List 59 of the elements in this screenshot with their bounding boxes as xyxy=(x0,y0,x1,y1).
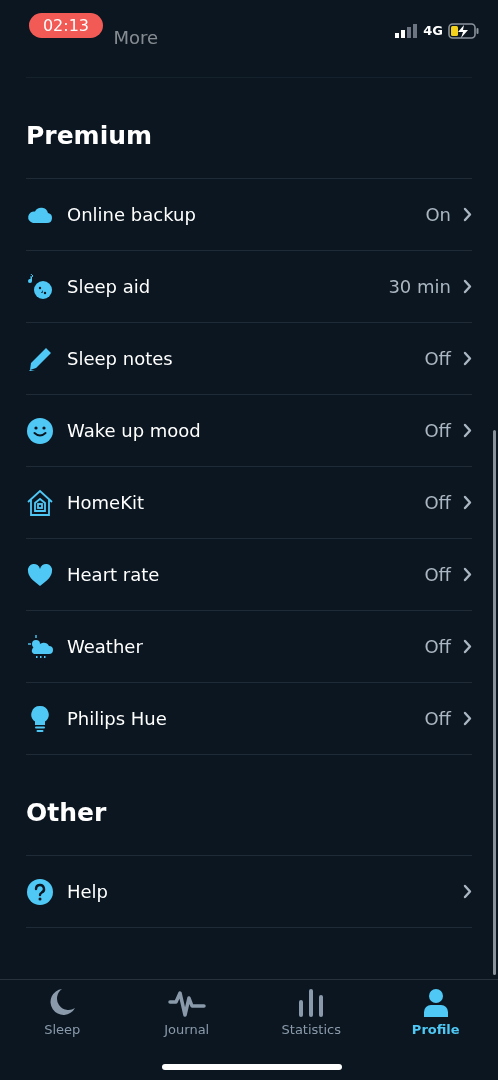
row-value: Off xyxy=(424,347,451,371)
chevron-right-icon xyxy=(463,884,472,899)
network-label: 4G xyxy=(423,22,443,40)
row-label: Sleep aid xyxy=(67,275,151,299)
tab[interactable]: Profile xyxy=(373,988,498,1040)
row-value: 30 min xyxy=(388,275,451,299)
row-label: HomeKit xyxy=(67,491,145,515)
pencil-icon xyxy=(27,345,53,372)
row-value: Off xyxy=(424,419,451,443)
moon-icon xyxy=(48,988,77,1018)
row-label: Philips Hue xyxy=(67,707,167,731)
chevron-right-icon xyxy=(463,351,472,366)
person-icon xyxy=(421,988,450,1018)
chevron-right-icon xyxy=(463,279,472,294)
tab[interactable]: Journal xyxy=(124,988,249,1040)
pulse-wave-icon xyxy=(167,988,206,1018)
heart-icon xyxy=(27,562,53,587)
signal-icon xyxy=(395,23,419,38)
chevron-right-icon xyxy=(463,207,472,222)
help-icon xyxy=(26,877,54,906)
settings-row[interactable]: Wake up mood Off xyxy=(26,395,472,467)
bar-chart-icon xyxy=(297,988,326,1018)
partial-row-label: More xyxy=(113,26,158,50)
settings-row[interactable]: Philips Hue Off xyxy=(26,683,472,755)
light-bulb-icon xyxy=(30,704,50,733)
settings-row[interactable]: Sleep notes Off xyxy=(26,323,472,395)
chevron-right-icon xyxy=(463,495,472,510)
music-note-face-icon xyxy=(26,272,54,301)
chevron-right-icon xyxy=(463,711,472,726)
settings-row[interactable]: Help xyxy=(26,856,472,928)
settings-row[interactable]: HomeKit Off xyxy=(26,467,472,539)
chevron-right-icon xyxy=(463,567,472,582)
weather-icon xyxy=(26,633,54,660)
row-label: Weather xyxy=(67,635,143,659)
row-value: Off xyxy=(424,563,451,587)
row-label: Heart rate xyxy=(67,563,160,587)
row-value: Off xyxy=(424,491,451,515)
cloud-icon xyxy=(27,205,53,224)
row-value: Off xyxy=(424,707,451,731)
row-value: On xyxy=(425,203,451,227)
battery-charging-icon xyxy=(448,22,480,39)
settings-row[interactable]: Online backup On xyxy=(26,179,472,251)
chevron-right-icon xyxy=(463,639,472,654)
chevron-right-icon xyxy=(463,423,472,438)
tab[interactable]: Sleep xyxy=(0,988,125,1040)
smiley-icon xyxy=(26,416,54,445)
settings-row[interactable]: Sleep aid 30 min xyxy=(26,251,472,323)
house-icon xyxy=(26,488,54,517)
row-value: Off xyxy=(424,635,451,659)
row-label: Online backup xyxy=(67,203,196,227)
row-label: Help xyxy=(67,880,109,904)
section-heading: Premium xyxy=(26,119,153,152)
row-label: Sleep notes xyxy=(67,347,173,371)
settings-row[interactable]: Heart rate Off xyxy=(26,539,472,611)
time-pill: 02:13 xyxy=(29,13,103,38)
tab[interactable]: Statistics xyxy=(249,988,374,1040)
row-label: Wake up mood xyxy=(67,419,201,443)
settings-row[interactable]: Weather Off xyxy=(26,611,472,683)
section-heading: Other xyxy=(26,796,107,829)
